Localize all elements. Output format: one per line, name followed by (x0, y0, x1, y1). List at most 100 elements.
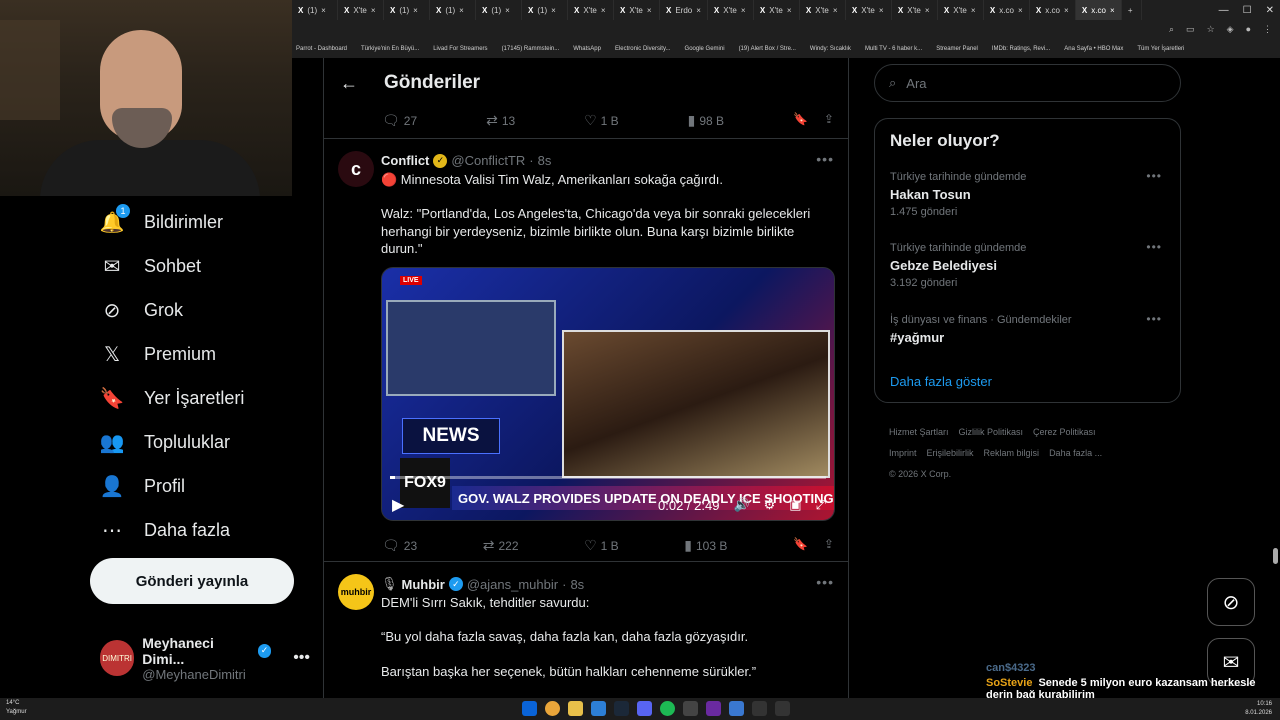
close-tab-icon[interactable]: × (505, 6, 510, 15)
footer-link[interactable]: Çerez Politikası (1033, 427, 1096, 437)
app-icon[interactable] (683, 701, 698, 716)
start-icon[interactable] (522, 701, 537, 716)
bookmark-item[interactable]: Livad For Streamers (433, 46, 487, 52)
steam-icon[interactable] (614, 701, 629, 716)
system-clock[interactable]: 10:16 8.01.2026 (1245, 700, 1272, 718)
browser-tab[interactable]: X Erdo × (660, 0, 708, 20)
bookmark-item[interactable]: Electronic Diversity... (615, 46, 671, 52)
app-icon[interactable] (752, 701, 767, 716)
app-icon[interactable] (591, 701, 606, 716)
browser-tab[interactable]: X X'te × (338, 0, 384, 20)
footer-link[interactable]: Erişilebilirlik (927, 448, 974, 458)
bookmark-item[interactable]: IMDb: Ratings, Revi... (992, 46, 1050, 52)
scrollbar[interactable] (1273, 548, 1278, 564)
views-button[interactable]: ▮ 98 B (688, 112, 724, 129)
bookmark-icon[interactable]: 🔖 (793, 112, 808, 129)
browser-tab[interactable]: X X'te × (846, 0, 892, 20)
tweet-time[interactable]: 8s (538, 153, 552, 168)
fullscreen-icon[interactable]: ⤢ (816, 497, 826, 513)
close-tab-icon[interactable]: × (787, 6, 792, 15)
bookmark-item[interactable]: Ana Sayfa • HBO Max (1064, 46, 1123, 52)
bookmark-item[interactable]: (17145) Rammstein... (502, 46, 560, 52)
trend-item[interactable]: Türkiye tarihinde gündemde Hakan Tosun 1… (890, 169, 1170, 218)
sidebar-item-premium[interactable]: 𝕏 Premium (100, 342, 216, 366)
browser-tab[interactable]: Xx.co × (1030, 0, 1076, 20)
browser-tab[interactable]: X X'te × (938, 0, 984, 20)
video-progress-track[interactable] (390, 476, 826, 479)
more-dots-icon[interactable]: ••• (293, 649, 310, 667)
footer-link[interactable]: © 2026 X Corp. (889, 469, 951, 479)
author-name[interactable]: Muhbir (402, 577, 445, 592)
more-dots-icon[interactable]: ••• (1146, 312, 1162, 326)
more-dots-icon[interactable]: ••• (1146, 169, 1162, 183)
more-dots-icon[interactable]: ••• (816, 151, 834, 167)
author-name[interactable]: Conflict (381, 153, 429, 168)
footer-link[interactable]: Hizmet Şartları (889, 427, 949, 437)
sidebar-item-sohbet[interactable]: ✉ Sohbet (100, 254, 201, 278)
footer-link[interactable]: Imprint (889, 448, 917, 458)
volume-icon[interactable]: 🔊 (733, 497, 749, 513)
settings-gear-icon[interactable]: ⚙ (764, 497, 776, 513)
menu-icon[interactable]: ⋮ (1263, 24, 1272, 35)
like-button[interactable]: ♡ 1 B (584, 112, 619, 129)
discord-icon[interactable] (637, 701, 652, 716)
bookmark-item[interactable]: Parrot - Dashboard (296, 46, 347, 52)
browser-tab[interactable]: X (1) × (292, 0, 338, 20)
cast-icon[interactable]: ▭ (1186, 24, 1195, 35)
zoom-icon[interactable]: ⌕ (1169, 24, 1174, 35)
author-handle[interactable]: @ajans_muhbir (467, 577, 558, 592)
browser-tab[interactable]: X (1) × (522, 0, 568, 20)
close-tab-icon[interactable]: × (459, 6, 464, 15)
close-tab-icon[interactable]: × (551, 6, 556, 15)
tweet[interactable]: c Conflict ✓ @ConflictTR · 8s ••• 🔴 Minn… (324, 138, 848, 563)
bookmark-item[interactable]: Streamer Panel (936, 46, 978, 52)
trend-item[interactable]: Türkiye tarihinde gündemde Gebze Belediy… (890, 240, 1170, 289)
close-tab-icon[interactable]: × (601, 6, 606, 15)
close-tab-icon[interactable]: × (879, 6, 884, 15)
tweet-avatar[interactable]: c (338, 151, 374, 187)
browser-tab[interactable]: X X'te × (800, 0, 846, 20)
close-window-icon[interactable]: ✕ (1266, 5, 1274, 16)
bookmark-item[interactable]: Google Gemini (685, 46, 725, 52)
views-button[interactable]: ▮ 103 B (684, 537, 727, 554)
sidebar-item-profil[interactable]: 👤 Profil (100, 474, 185, 498)
app-icon[interactable] (729, 701, 744, 716)
chrome-icon[interactable] (545, 701, 560, 716)
browser-tab[interactable]: X X'te × (568, 0, 614, 20)
new-tab-icon[interactable]: + (1122, 0, 1142, 20)
browser-tab[interactable]: X X'te × (892, 0, 938, 20)
sidebar-item-yer-i-aretleri[interactable]: 🔖 Yer İşaretleri (100, 386, 245, 410)
account-switcher[interactable]: DIMITRI Meyhaneci Dimi... ✓ @MeyhaneDimi… (100, 635, 310, 682)
obs-icon[interactable] (775, 701, 790, 716)
browser-tab[interactable]: X (1) × (476, 0, 522, 20)
browser-tab[interactable]: Xx.co × (1075, 0, 1122, 20)
app-icon[interactable] (706, 701, 721, 716)
more-dots-icon[interactable]: ••• (1146, 240, 1162, 254)
close-tab-icon[interactable]: × (647, 6, 652, 15)
close-tab-icon[interactable]: × (413, 6, 418, 15)
show-more-link[interactable]: Daha fazla göster (890, 374, 992, 389)
browser-tab[interactable]: X X'te × (754, 0, 800, 20)
browser-tab[interactable]: X X'te × (708, 0, 754, 20)
tweet[interactable]: muhbir 🎙 Muhbir ✓ @ajans_muhbir · 8s •••… (324, 561, 848, 698)
tweet-time[interactable]: 8s (570, 577, 584, 592)
close-tab-icon[interactable]: × (741, 6, 746, 15)
sidebar-item-bildirimler[interactable]: 🔔 1 Bildirimler (100, 204, 223, 234)
more-dots-icon[interactable]: ••• (816, 574, 834, 590)
repost-button[interactable]: ⇄ 13 (486, 112, 515, 129)
footer-link[interactable]: Reklam bilgisi (984, 448, 1040, 458)
sidebar-item-grok[interactable]: ⊘ Grok (100, 298, 183, 322)
close-tab-icon[interactable]: × (925, 6, 930, 15)
bookmark-item[interactable]: Multi TV - 6 haber k... (865, 46, 922, 52)
bookmark-icon[interactable]: 🔖 (793, 537, 808, 554)
close-tab-icon[interactable]: × (321, 6, 326, 15)
grok-icon[interactable]: ⊘ (1207, 578, 1255, 626)
sidebar-item-topluluklar[interactable]: 👥 Topluluklar (100, 430, 231, 454)
bookmark-item[interactable]: (19) Alert Box / Stre... (739, 46, 796, 52)
video-player[interactable]: LIVE NEWS FOX9 GOV. WALZ PROVIDES UPDATE… (381, 267, 835, 521)
spotify-icon[interactable] (660, 701, 675, 716)
close-tab-icon[interactable]: × (1018, 6, 1023, 15)
like-button[interactable]: ♡ 1 B (584, 537, 619, 554)
minimize-icon[interactable]: — (1219, 5, 1229, 16)
share-icon[interactable]: ⇪ (824, 112, 834, 129)
